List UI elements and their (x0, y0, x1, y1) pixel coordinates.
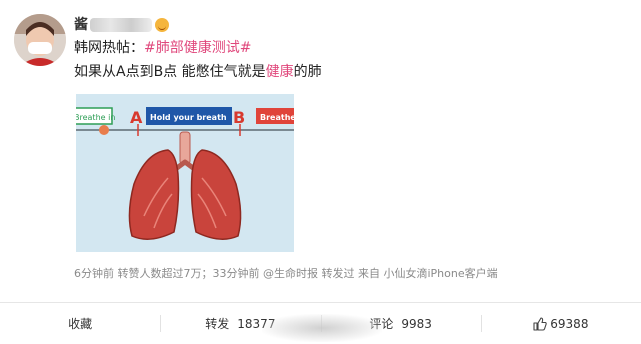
username[interactable]: 酱 (74, 14, 169, 36)
user-avatar[interactable] (14, 14, 66, 66)
like-count: 69388 (550, 316, 589, 331)
breathe-out-text: Breathe (260, 113, 294, 122)
like-icon (533, 316, 547, 331)
trachea (179, 131, 191, 165)
point-b-text: B (233, 108, 245, 127)
lung-test-image: Breathe in A Hold your breath B Breathe (76, 94, 294, 252)
point-a-text: A (130, 108, 143, 127)
post-text-before: 如果从A点到B点 能憋住气就是 (74, 64, 266, 80)
weibo-post: 酱 韩网热帖：#肺部健康测试# 如果从A点到B点 能憋住气就是健康的肺 Brea… (0, 0, 641, 305)
hashtag-link[interactable]: #肺部健康测试# (144, 40, 251, 56)
post-image[interactable]: Breathe in A Hold your breath B Breathe (76, 94, 294, 252)
post-text-after: 的肺 (293, 64, 322, 80)
username-blur (90, 18, 152, 32)
emoji-icon (155, 18, 169, 32)
hold-breath-text: Hold your breath (150, 113, 227, 122)
comment-label: 评论 (369, 317, 394, 331)
action-bar: 收藏 转发 18377 评论 9983 69388 (0, 303, 641, 344)
like-button[interactable]: 69388 (480, 303, 641, 344)
comment-count: 9983 (401, 316, 432, 331)
post-text-highlight: 健康 (265, 64, 294, 80)
post-text-line2: 如果从A点到B点 能憋住气就是健康的肺 (74, 62, 322, 82)
comment-button[interactable]: 评论 9983 (320, 303, 481, 344)
collect-label: 收藏 (68, 317, 93, 331)
username-text: 酱 (74, 17, 88, 33)
post-prefix: 韩网热帖： (74, 40, 144, 56)
avatar-image (14, 14, 66, 66)
breathe-in-text: Breathe in (76, 113, 115, 122)
post-text-line1: 韩网热帖：#肺部健康测试# (74, 38, 251, 58)
repost-count: 18377 (237, 316, 276, 331)
collect-button[interactable]: 收藏 (0, 303, 160, 344)
post-meta: 6分钟前 转赞人数超过7万；33分钟前 @生命时报 转发过 来自 小仙女滴iPh… (74, 267, 498, 280)
start-dot (99, 125, 109, 135)
repost-button[interactable]: 转发 18377 (160, 303, 320, 344)
repost-label: 转发 (205, 317, 230, 331)
